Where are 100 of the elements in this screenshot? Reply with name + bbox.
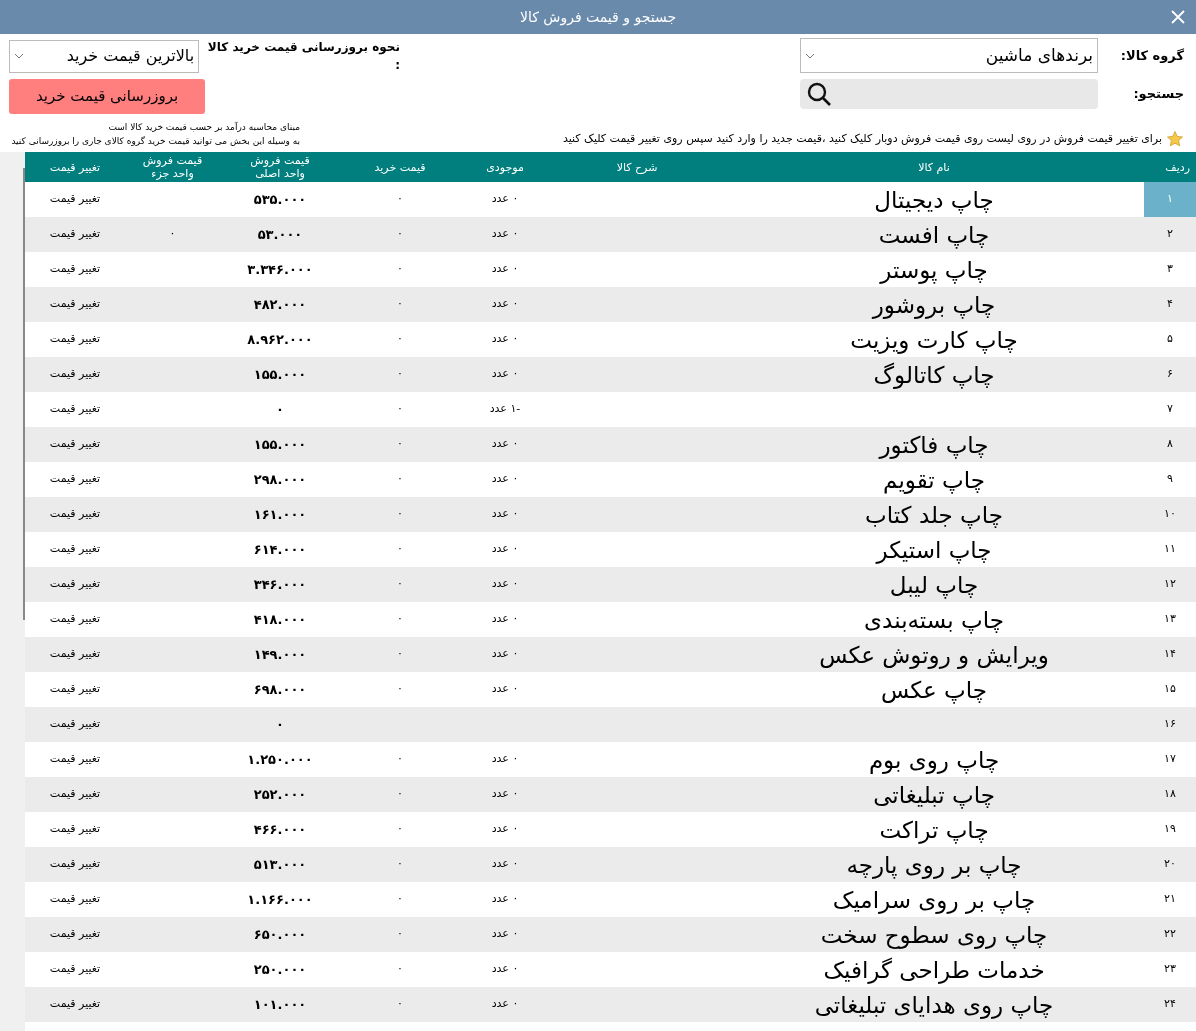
scrollbar[interactable] (0, 152, 25, 1031)
stock-cell: ۰ عدد (491, 331, 519, 348)
product-name: چاپ تقویم (883, 465, 985, 495)
table-row[interactable]: ۱۶ ۰ تغییر قیمت (25, 707, 1196, 742)
product-name: چاپ کارت ویزیت (850, 325, 1018, 355)
sale-price-cell-text: ۸.۹۶۲.۰۰۰ (247, 330, 313, 349)
purchase-price-cell: ۰ (397, 261, 403, 278)
purchase-price-cell: ۰ (397, 191, 403, 208)
stock-cell: ۰ عدد (491, 996, 519, 1013)
change-price-link[interactable]: تغییر قیمت (49, 576, 101, 593)
change-price-link[interactable]: تغییر قیمت (49, 716, 101, 733)
purchase-price-cell: ۰ (397, 751, 403, 768)
row-number: ۲۰ (1163, 856, 1177, 873)
stock-cell: ۰ عدد (491, 506, 519, 523)
table-row[interactable]: ۱۲ چاپ لیبل ۰ عدد ۰ ۳۴۶.۰۰۰ تغییر قیمت (25, 567, 1196, 602)
search-label: جستجو: (1132, 85, 1184, 104)
change-price-link[interactable]: تغییر قیمت (49, 296, 101, 313)
change-price-link[interactable]: تغییر قیمت (49, 786, 101, 803)
purchase-price-cell: ۰ (397, 856, 403, 873)
table-row[interactable]: ۱۴ ویرایش و روتوش عکس ۰ عدد ۰ ۱۴۹.۰۰۰ تغییر قیمت (25, 637, 1196, 672)
update-method-dropdown[interactable]: بالاترین قیمت خرید (9, 39, 200, 73)
table-row[interactable]: ۲۴ چاپ روی هدایای تبلیغاتی ۰ عدد ۰ ۱۰۱.۰۰۰ تغییر قیمت (25, 987, 1196, 1022)
purchase-price-cell: ۰ (397, 506, 403, 523)
change-price-link[interactable]: تغییر قیمت (49, 191, 101, 208)
change-price-link[interactable]: تغییر قیمت (49, 856, 101, 873)
column-header: شرح کالا (615, 160, 659, 174)
stock-cell: ۰ عدد (491, 296, 519, 313)
purchase-price-cell: ۰ (397, 471, 403, 488)
row-number: ۱۱ (1163, 541, 1177, 558)
sale-price-cell-text: ۱۵۵.۰۰۰ (253, 435, 307, 454)
change-price-link[interactable]: تغییر قیمت (49, 226, 101, 243)
purchase-price-cell: ۰ (397, 646, 403, 663)
table-row[interactable]: ۲۰ چاپ بر روی پارچه ۰ عدد ۰ ۵۱۳.۰۰۰ تغییر قیمت (25, 847, 1196, 882)
row-number: ۱ (1144, 182, 1196, 217)
part-price-cell: ۰ (169, 226, 176, 243)
change-price-link[interactable]: تغییر قیمت (49, 961, 101, 978)
sale-price-cell-text: ۱.۱۶۶.۰۰۰ (247, 890, 313, 909)
change-price-link[interactable]: تغییر قیمت (49, 436, 101, 453)
change-price-link[interactable]: تغییر قیمت (49, 331, 101, 348)
sale-price-cell-text: ۱۴۹.۰۰۰ (253, 645, 307, 664)
change-price-link[interactable]: تغییر قیمت (49, 681, 101, 698)
stock-cell: ۰ عدد (491, 436, 519, 453)
product-name: چاپ جلد کتاب (865, 500, 1003, 530)
update-purchase-price-button[interactable]: بروزرسانی قیمت خرید (9, 79, 205, 114)
purchase-price-cell: ۰ (397, 366, 403, 383)
change-price-link[interactable]: تغییر قیمت (49, 891, 101, 908)
product-name: چاپ کاتالوگ (873, 360, 995, 390)
column-header: ردیف (1164, 160, 1191, 174)
row-number: ۱۲ (1163, 576, 1177, 593)
change-price-link[interactable]: تغییر قیمت (49, 541, 101, 558)
row-number: ۲۲ (1163, 926, 1177, 943)
close-icon[interactable] (1170, 9, 1186, 25)
stock-cell: ۰ عدد (491, 471, 519, 488)
hint-text: برای تغییر قیمت فروش در روی لیست روی قیمت فروش دوبار کلیک کنید ،قیمت جدید را وارد کنید سپس روی تغییر قیمت کلیک کنید (562, 130, 1162, 147)
stock-cell: ۰ عدد (491, 226, 519, 243)
purchase-price-cell: ۰ (397, 611, 403, 628)
table-row[interactable]: ۲ چاپ افست ۰ عدد ۰ ۵۳.۰۰۰ ۰ تغییر قیمت (25, 217, 1196, 252)
change-price-link[interactable]: تغییر قیمت (49, 611, 101, 628)
change-price-link[interactable]: تغییر قیمت (49, 751, 101, 768)
column-header: تغییر قیمت (48, 160, 102, 174)
table-row[interactable]: ۴ چاپ بروشور ۰ عدد ۰ ۴۸۲.۰۰۰ تغییر قیمت (25, 287, 1196, 322)
purchase-price-cell: ۰ (397, 961, 403, 978)
product-name: چاپ لیبل (889, 570, 979, 600)
product-name: چاپ دیجیتال (874, 185, 994, 215)
change-price-link[interactable]: تغییر قیمت (49, 471, 101, 488)
change-price-link[interactable]: تغییر قیمت (49, 401, 101, 418)
search-field[interactable] (800, 79, 1098, 109)
change-price-link[interactable]: تغییر قیمت (49, 996, 101, 1013)
chevron-down-icon (14, 53, 24, 59)
change-price-link[interactable]: تغییر قیمت (49, 821, 101, 838)
row-number: ۴ (1166, 296, 1174, 313)
window-title: جستجو و قیمت فروش کالا (519, 7, 677, 28)
sale-price-cell-text: ۲۵۰.۰۰۰ (253, 960, 307, 979)
row-number: ۶ (1166, 366, 1174, 383)
table-row[interactable]: ۱۸ چاپ تبلیغاتی ۰ عدد ۰ ۲۵۲.۰۰۰ تغییر قیمت (25, 777, 1196, 812)
sale-price-cell-text: ۲۵۲.۰۰۰ (253, 785, 307, 804)
purchase-price-cell: ۰ (397, 541, 403, 558)
star-icon (1166, 130, 1184, 148)
change-price-link[interactable]: تغییر قیمت (49, 506, 101, 523)
stock-cell: ۰ عدد (491, 541, 519, 558)
table-row[interactable]: ۲۲ چاپ روی سطوح سخت ۰ عدد ۰ ۶۵۰.۰۰۰ تغییر قیمت (25, 917, 1196, 952)
stock-cell: ۰ عدد (491, 926, 519, 943)
change-price-link[interactable]: تغییر قیمت (49, 926, 101, 943)
change-price-link[interactable]: تغییر قیمت (49, 646, 101, 663)
purchase-price-cell: ۰ (397, 786, 403, 803)
table-row[interactable]: ۱۰ چاپ جلد کتاب ۰ عدد ۰ ۱۶۱.۰۰۰ تغییر قیمت (25, 497, 1196, 532)
product-name: چاپ روی هدایای تبلیغاتی (814, 990, 1054, 1020)
group-dropdown[interactable]: برندهای ماشین (800, 38, 1098, 73)
product-name: چاپ روی سطوح سخت (820, 920, 1048, 950)
table-row[interactable]: ۸ چاپ فاکتور ۰ عدد ۰ ۱۵۵.۰۰۰ تغییر قیمت (25, 427, 1196, 462)
change-price-link[interactable]: تغییر قیمت (49, 366, 101, 383)
sale-price-cell-text: ۴۶۶.۰۰۰ (253, 820, 307, 839)
change-price-link[interactable]: تغییر قیمت (49, 261, 101, 278)
table-row[interactable]: ۶ چاپ کاتالوگ ۰ عدد ۰ ۱۵۵.۰۰۰ تغییر قیمت (25, 357, 1196, 392)
sale-price-cell-text: ۰ (276, 715, 284, 734)
stock-cell: -۱ عدد (489, 401, 521, 418)
sale-price-cell-text: ۰ (276, 400, 284, 419)
sale-price-cell-text: ۵۱۳.۰۰۰ (253, 855, 307, 874)
search-icon[interactable] (806, 81, 832, 107)
sale-price-cell-text: ۴۱۸.۰۰۰ (253, 610, 307, 629)
